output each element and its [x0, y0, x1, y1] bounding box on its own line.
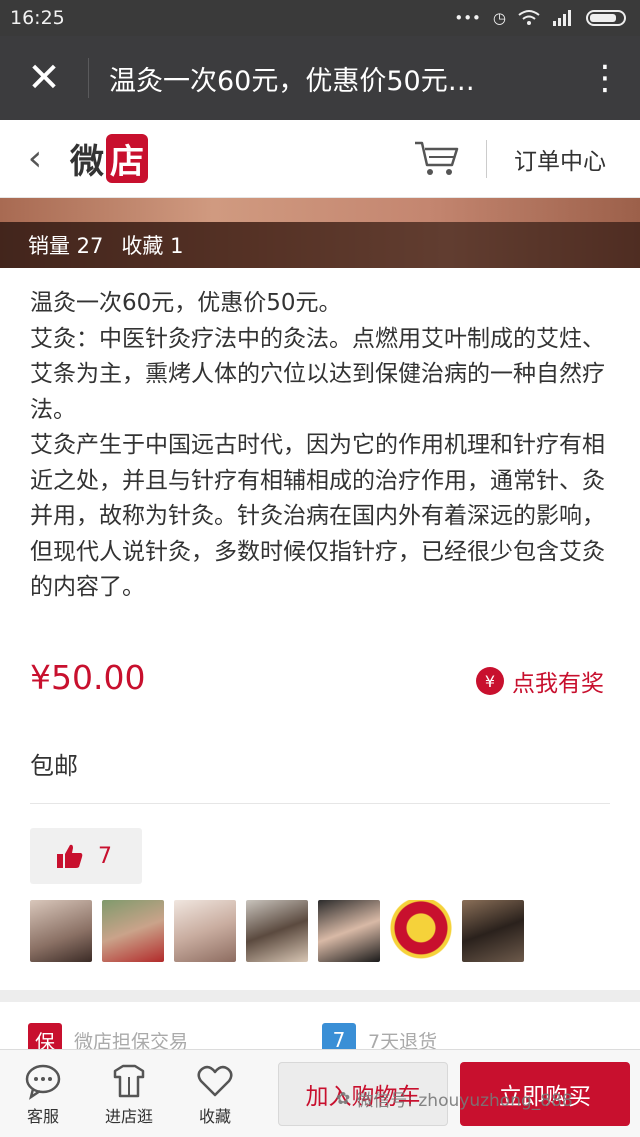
description-line: 艾灸：中医针灸疗法中的灸法。点燃用艾叶制成的艾炷、艾条为主，熏烤人体的穴位以达到…	[30, 325, 605, 423]
shipping-info: 包邮	[30, 752, 78, 780]
logo-box-text: 店	[106, 134, 148, 183]
avatar[interactable]	[30, 900, 92, 962]
national-emblem-avatar[interactable]	[390, 900, 452, 962]
more-vertical-icon[interactable]: ⋮	[570, 61, 640, 95]
avatar[interactable]	[246, 900, 308, 962]
product-price: ¥50.00	[30, 658, 146, 697]
customer-service-button[interactable]: 客服	[0, 1061, 86, 1127]
description-line: 温灸一次60元，优惠价50元。	[30, 290, 342, 316]
sales-count: 销量 27	[28, 234, 104, 258]
divider	[30, 803, 610, 804]
add-to-cart-button[interactable]: 加入购物车	[278, 1062, 448, 1126]
battery-icon	[586, 10, 626, 26]
avatar[interactable]	[174, 900, 236, 962]
product-stats: 销量 27 收藏 1	[0, 222, 640, 268]
customer-service-label: 客服	[26, 1106, 59, 1126]
close-icon[interactable]: ✕	[0, 58, 88, 98]
status-time: 16:25	[10, 7, 65, 29]
product-banner: 销量 27 收藏 1	[0, 198, 640, 268]
product-description: 温灸一次60元，优惠价50元。 艾灸：中医针灸疗法中的灸法。点燃用艾叶制成的艾炷…	[30, 286, 610, 606]
reward-label: 点我有奖	[512, 671, 604, 697]
bottom-action-bar: 客服 进店逛 收藏 加入购物车 立即购买 ✿ 微信号: zhouyuzhong_…	[0, 1049, 640, 1137]
title-bar: ✕ 温灸一次60元，优惠价50元… ⋮	[0, 36, 640, 120]
description-line: 艾灸产生于中国远古时代，因为它的作用机理和针疗有相近之处，并且与针疗有相辅相成的…	[30, 432, 605, 600]
signal-icon	[553, 10, 571, 26]
visit-shop-label: 进店逛	[104, 1106, 153, 1126]
weidian-logo: 微 店	[70, 134, 148, 183]
header-separator	[486, 140, 487, 178]
favorites-count: 收藏 1	[121, 234, 184, 258]
wifi-icon	[518, 10, 540, 25]
shop-icon	[113, 1064, 145, 1097]
favorite-label: 收藏	[198, 1106, 231, 1126]
alarm-icon: ◷	[492, 9, 506, 27]
favorite-button[interactable]: 收藏	[172, 1061, 258, 1127]
shop-header: ‹ 微 店 订单中心	[0, 120, 640, 198]
status-icons: ••• ◷	[454, 9, 626, 27]
chevron-left-icon[interactable]: ‹	[0, 138, 70, 179]
liker-avatars	[30, 900, 524, 962]
buy-now-button[interactable]: 立即购买	[460, 1062, 630, 1126]
yen-coin-icon: ¥	[476, 667, 504, 695]
like-button[interactable]: 7	[30, 828, 142, 884]
avatar[interactable]	[318, 900, 380, 962]
order-center-link[interactable]: 订单中心	[514, 142, 606, 176]
chat-bubble-icon	[25, 1064, 61, 1100]
reward-button[interactable]: ¥ 点我有奖	[476, 664, 604, 698]
like-count: 7	[98, 843, 112, 869]
thumbs-up-icon	[57, 844, 83, 868]
section-gap	[0, 990, 640, 1002]
page-title: 温灸一次60元，优惠价50元…	[109, 65, 475, 97]
avatar[interactable]	[102, 900, 164, 962]
avatar[interactable]	[462, 900, 524, 962]
visit-shop-button[interactable]: 进店逛	[86, 1061, 172, 1127]
more-dots-icon: •••	[454, 9, 481, 27]
heart-icon	[197, 1065, 233, 1096]
cart-icon[interactable]	[412, 138, 462, 178]
status-bar: 16:25 ••• ◷	[0, 0, 640, 36]
logo-text: 微	[70, 142, 104, 182]
